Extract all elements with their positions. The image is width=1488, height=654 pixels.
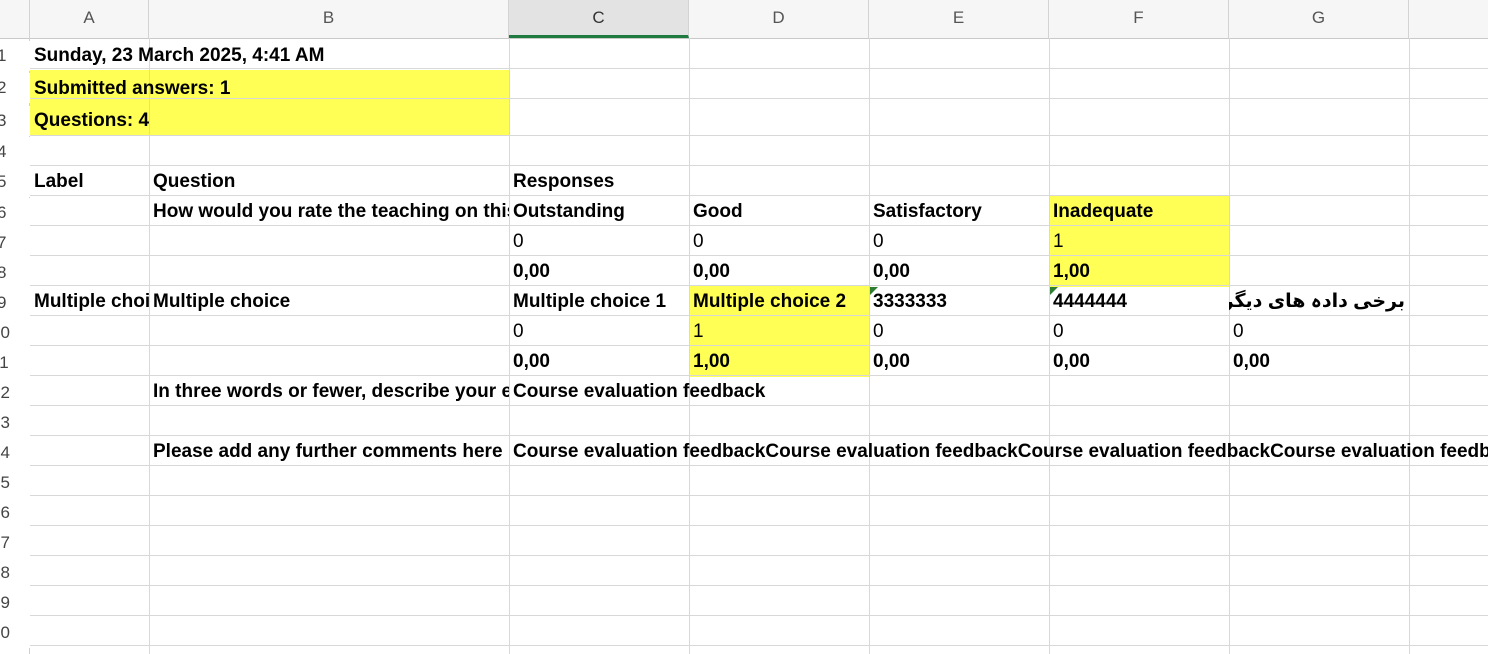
grid-line [30,495,1488,496]
row-header-19[interactable]: 19 [0,588,30,618]
row-header-11[interactable]: 11 [0,348,30,378]
grid-line [1409,38,1410,654]
grid-line [30,645,1488,646]
cell-f10[interactable]: 0 [1049,316,1229,346]
row-header-5[interactable]: 5 [0,167,30,197]
cell-a1[interactable]: Sunday, 23 March 2025, 4:41 AM [30,40,510,70]
grid-line [30,615,1488,616]
cell-f9[interactable]: 4444444 [1049,286,1229,316]
row-header-9[interactable]: 9 [0,288,30,318]
cell-indicator-icon [1050,287,1058,295]
cell-g10[interactable]: 0 [1229,316,1409,346]
cell-c6[interactable]: Outstanding [509,196,689,226]
column-header-a[interactable]: A [30,0,149,38]
cell-e8[interactable]: 0,00 [869,256,1049,286]
row-header-20[interactable]: 20 [0,618,30,648]
row-header-4[interactable]: 4 [0,137,30,167]
grid-line [30,135,1488,136]
cell-b12[interactable]: In three words or fewer, describe your e… [149,376,509,406]
row-header-3[interactable]: 3 [0,106,30,136]
row-header-16[interactable]: 16 [0,498,30,528]
cell-a9[interactable]: Multiple choice [30,286,149,316]
cell-f11[interactable]: 0,00 [1049,346,1229,376]
column-header-g[interactable]: G [1229,0,1409,38]
cell-d9[interactable]: Multiple choice 2 [689,286,869,316]
cell-c10[interactable]: 0 [509,316,689,346]
cell-e6[interactable]: Satisfactory [869,196,1049,226]
row-header-8[interactable]: 8 [0,258,30,288]
cell-b14[interactable]: Please add any further comments here [149,436,509,466]
spreadsheet[interactable]: A B C D E F G 1 2 3 4 5 6 7 8 9 10 11 [0,0,1488,654]
column-header-d[interactable]: D [689,0,869,38]
row-header-13[interactable]: 13 [0,408,30,438]
cell-c7[interactable]: 0 [509,226,689,256]
column-header-f[interactable]: F [1049,0,1229,38]
cell-c11[interactable]: 0,00 [509,346,689,376]
cell-b9[interactable]: Multiple choice [149,286,509,316]
row-header-6[interactable]: 6 [0,198,30,228]
cell-e10[interactable]: 0 [869,316,1049,346]
row-header-1[interactable]: 1 [0,41,30,71]
column-header-b[interactable]: B [149,0,509,38]
cell-d6[interactable]: Good [689,196,869,226]
grid-line [30,525,1488,526]
cell-g11[interactable]: 0,00 [1229,346,1409,376]
cell-e11[interactable]: 0,00 [869,346,1049,376]
cell-c5[interactable]: Responses [509,166,689,196]
cell-a3[interactable]: Questions: 4 [30,105,510,135]
cell-e9[interactable]: 3333333 [869,286,1049,316]
column-header-e[interactable]: E [869,0,1049,38]
row-header-10[interactable]: 10 [0,318,30,348]
cell-indicator-icon [870,287,878,295]
cell-a5[interactable]: Label [30,166,149,196]
cell-b5[interactable]: Question [149,166,509,196]
cell-a2[interactable]: Submitted answers: 1 [30,73,510,103]
row-header-7[interactable]: 7 [0,228,30,258]
cell-c14[interactable]: Course evaluation feedbackCourse evaluat… [509,436,1488,466]
column-header-bar: A B C D E F G [0,0,1488,39]
cell-c8[interactable]: 0,00 [509,256,689,286]
cell-f6[interactable]: Inadequate [1049,196,1229,226]
cell-f7[interactable]: 1 [1049,226,1229,256]
row-header-12[interactable]: 12 [0,378,30,408]
cell-d8[interactable]: 0,00 [689,256,869,286]
cell-d11[interactable]: 1,00 [689,346,869,376]
row-header-15[interactable]: 15 [0,468,30,498]
cell-f8[interactable]: 1,00 [1049,256,1229,286]
row-header-14[interactable]: 14 [0,438,30,468]
column-header-c[interactable]: C [509,0,689,38]
cell-d10[interactable]: 1 [689,316,869,346]
cell-c12[interactable]: Course evaluation feedback [509,376,869,406]
cell-c9[interactable]: Multiple choice 1 [509,286,689,316]
row-header-17[interactable]: 17 [0,528,30,558]
cell-d7[interactable]: 0 [689,226,869,256]
column-header-h[interactable] [1409,0,1488,38]
grid-line [30,555,1488,556]
cell-g9[interactable]: برخی دادہ های دیگر [1229,286,1409,316]
row-header-18[interactable]: 18 [0,558,30,588]
row-header-2[interactable]: 2 [0,73,30,103]
select-all-corner[interactable] [0,0,30,38]
cell-b6[interactable]: How would you rate the teaching on this … [149,196,509,226]
grid-line [30,585,1488,586]
cell-e7[interactable]: 0 [869,226,1049,256]
